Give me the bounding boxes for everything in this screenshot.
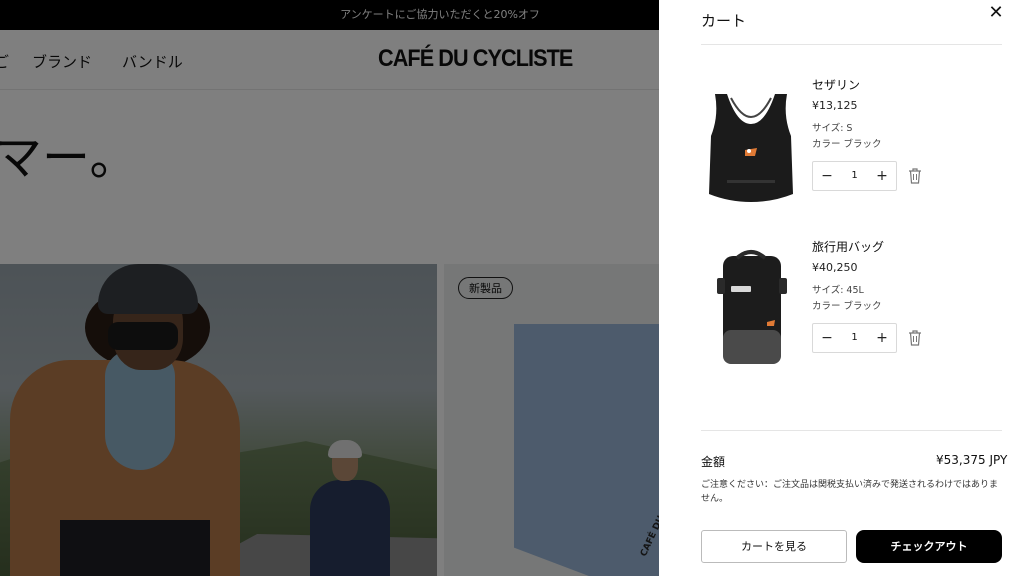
sports-bra-image[interactable] bbox=[701, 76, 801, 216]
cart-item-name[interactable]: 旅行用バッグ bbox=[812, 238, 884, 255]
cart-item-size: サイズ: S bbox=[812, 123, 853, 134]
checkout-button[interactable]: チェックアウト bbox=[856, 530, 1002, 563]
quantity-value[interactable]: 1 bbox=[841, 324, 868, 352]
cart-item: セザリン ¥13,125 サイズ: S カラー ブラック − 1 + bbox=[701, 76, 1002, 226]
cart-item-color: カラー ブラック bbox=[812, 301, 882, 312]
cart-item: 旅行用バッグ ¥40,250 サイズ: 45L カラー ブラック − 1 + bbox=[701, 238, 1002, 388]
cart-item-color: カラー ブラック bbox=[812, 139, 882, 150]
minus-icon[interactable]: − bbox=[813, 324, 841, 352]
trash-icon[interactable] bbox=[907, 167, 923, 185]
cart-item-price: ¥13,125 bbox=[812, 99, 858, 112]
cart-item-price: ¥40,250 bbox=[812, 261, 858, 274]
trash-icon[interactable] bbox=[907, 329, 923, 347]
cart-title: カート bbox=[701, 12, 747, 30]
view-cart-button[interactable]: カートを見る bbox=[701, 530, 847, 563]
total-value: ¥53,375 JPY bbox=[936, 453, 1008, 467]
close-icon[interactable]: ✕ bbox=[985, 2, 1007, 24]
total-label: 金額 bbox=[701, 455, 726, 469]
cart-drawer: カート ✕ セザリン ¥13,125 サイズ: S カラー ブラック − 1 + bbox=[659, 0, 1024, 576]
plus-icon[interactable]: + bbox=[868, 162, 896, 190]
quantity-stepper: − 1 + bbox=[812, 161, 897, 191]
quantity-value[interactable]: 1 bbox=[841, 162, 868, 190]
quantity-stepper: − 1 + bbox=[812, 323, 897, 353]
minus-icon[interactable]: − bbox=[813, 162, 841, 190]
cart-summary-divider bbox=[701, 430, 1002, 431]
duty-notice: ご注意ください：ご注文品は関税支払い済みで発送されるわけではありません。 bbox=[701, 480, 999, 504]
plus-icon[interactable]: + bbox=[868, 324, 896, 352]
cart-item-name[interactable]: セザリン bbox=[812, 76, 860, 93]
cart-header-divider bbox=[701, 44, 1002, 45]
travel-bag-image[interactable] bbox=[701, 238, 801, 378]
cart-item-size: サイズ: 45L bbox=[812, 285, 864, 296]
